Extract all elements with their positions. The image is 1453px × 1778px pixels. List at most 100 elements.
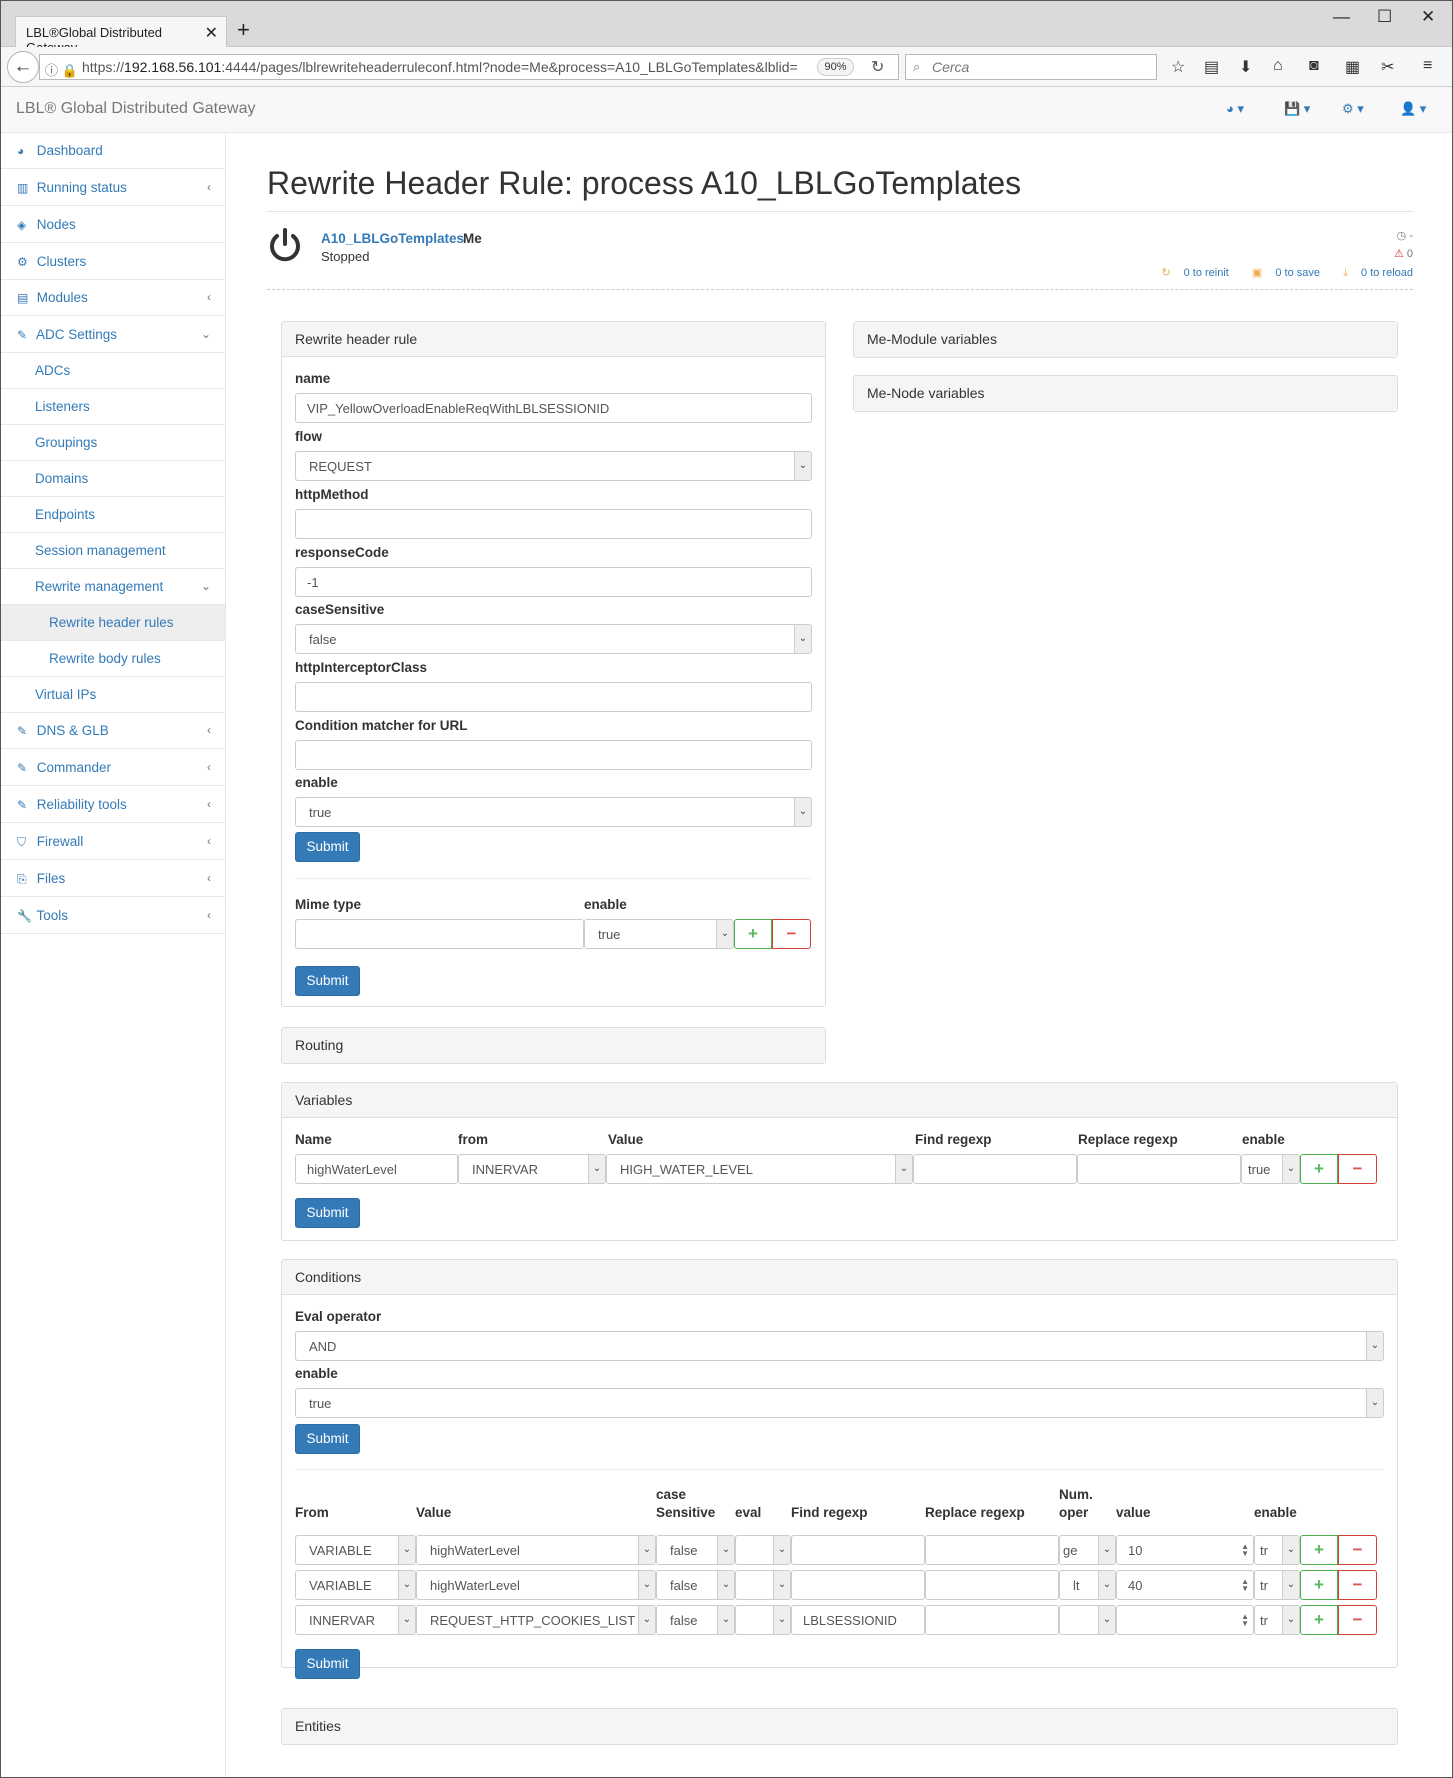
cond-eval-select[interactable]: ⌄: [735, 1570, 791, 1600]
sidebar-item-clusters[interactable]: ⚙ Clusters: [1, 244, 225, 280]
pocket-icon[interactable]: ◙: [1309, 57, 1319, 75]
sidebar-item-listeners[interactable]: Listeners: [1, 389, 225, 425]
sidebar-item-domains[interactable]: Domains: [1, 461, 225, 497]
sidebar-item-commander[interactable]: ✎ Commander ‹: [1, 750, 225, 786]
user-menu-icon[interactable]: 👤 ▾: [1400, 101, 1426, 117]
cond-from-select[interactable]: VARIABLE ⌄: [295, 1535, 416, 1565]
sidebar-item-dashboard[interactable]: ◕ Dashboard: [1, 133, 225, 169]
flow-select[interactable]: REQUEST ⌄: [295, 451, 812, 481]
reinit-link[interactable]: ↻ 0 to reinit: [1151, 267, 1229, 279]
cond-value-select[interactable]: highWaterLevel ⌄: [416, 1570, 656, 1600]
sidebar-item-running-status[interactable]: ▥ Running status ‹: [1, 170, 225, 206]
cond-enable-row-select[interactable]: tr ⌄: [1254, 1570, 1300, 1600]
var-name-input[interactable]: highWaterLevel: [295, 1154, 458, 1184]
process-link[interactable]: A10_LBLGoTemplates: [321, 231, 464, 246]
cond-val-input[interactable]: ▲ ▼: [1116, 1605, 1254, 1635]
panel-heading[interactable]: Me-Node variables: [854, 376, 1397, 411]
module-variables-panel[interactable]: Me-Module variables: [853, 321, 1398, 358]
remove-condition-button[interactable]: −: [1338, 1570, 1377, 1600]
add-variable-button[interactable]: +: [1300, 1154, 1338, 1184]
search-input[interactable]: Cerca: [905, 54, 1157, 80]
zoom-indicator[interactable]: 90%: [817, 58, 854, 76]
dashboard-menu-icon[interactable]: ◕ ▾: [1226, 101, 1244, 117]
add-mime-button[interactable]: +: [734, 919, 772, 949]
name-input[interactable]: VIP_YellowOverloadEnableReqWithLBLSESSIO…: [295, 393, 812, 423]
hamburger-menu-icon[interactable]: ≡: [1423, 57, 1432, 75]
cond-replace-input[interactable]: [925, 1605, 1059, 1635]
urlmatcher-input[interactable]: [295, 740, 812, 770]
panel-heading[interactable]: Me-Module variables: [854, 322, 1397, 357]
add-condition-button[interactable]: +: [1300, 1570, 1338, 1600]
maximize-icon[interactable]: ☐: [1377, 7, 1392, 27]
cond-value-select[interactable]: highWaterLevel ⌄: [416, 1535, 656, 1565]
sidebar-item-groupings[interactable]: Groupings: [1, 425, 225, 461]
cond-value-select[interactable]: REQUEST_HTTP_COOKIES_LIST ⌄: [416, 1605, 656, 1635]
var-value-select[interactable]: HIGH_WATER_LEVEL ⌄: [606, 1154, 913, 1184]
submit-variables-button[interactable]: Submit: [295, 1198, 360, 1228]
minimize-icon[interactable]: —: [1333, 7, 1350, 27]
close-tab-icon[interactable]: ✕: [205, 23, 218, 43]
remove-condition-button[interactable]: −: [1338, 1605, 1377, 1635]
settings-menu-icon[interactable]: ⚙ ▾: [1342, 101, 1364, 117]
spinner-icon[interactable]: ▲ ▼: [1241, 1543, 1249, 1558]
cond-oper-select[interactable]: lt ⌄: [1059, 1570, 1116, 1600]
reload-link[interactable]: ⤓ 0 to reload: [1333, 267, 1413, 279]
brand[interactable]: LBL® Global Distributed Gateway: [16, 100, 255, 118]
home-icon[interactable]: ⌂: [1273, 57, 1283, 75]
sidebar-item-firewall[interactable]: ⛉ Firewall ‹: [1, 824, 225, 860]
var-from-select[interactable]: INNERVAR ⌄: [458, 1154, 606, 1184]
panel-heading[interactable]: Rewrite header rule: [282, 322, 825, 357]
sidebar-item-nodes[interactable]: ◈ Nodes: [1, 207, 225, 243]
cond-oper-select[interactable]: ⌄: [1059, 1605, 1116, 1635]
sidebar-item-modules[interactable]: ▤ Modules ‹: [1, 280, 225, 316]
casesensitive-select[interactable]: false ⌄: [295, 624, 812, 654]
cond-enable-select[interactable]: true ⌄: [295, 1388, 1384, 1418]
entities-panel[interactable]: Entities: [281, 1708, 1398, 1745]
eval-operator-select[interactable]: AND ⌄: [295, 1331, 1384, 1361]
enable-select[interactable]: true ⌄: [295, 797, 812, 827]
remove-variable-button[interactable]: −: [1338, 1154, 1377, 1184]
httpmethod-input[interactable]: [295, 509, 812, 539]
cond-val-input[interactable]: 10 ▲ ▼: [1116, 1535, 1254, 1565]
var-find-input[interactable]: [913, 1154, 1077, 1184]
add-condition-button[interactable]: +: [1300, 1535, 1338, 1565]
reload-icon[interactable]: ↻: [871, 57, 884, 77]
cond-find-input[interactable]: [791, 1535, 925, 1565]
bookmark-star-icon[interactable]: ☆: [1171, 57, 1185, 77]
var-replace-input[interactable]: [1077, 1154, 1241, 1184]
responsecode-input[interactable]: -1: [295, 567, 812, 597]
sidebar-item-files[interactable]: ⎘ Files ‹: [1, 861, 225, 897]
extension-icon[interactable]: ▦: [1345, 57, 1360, 77]
close-window-icon[interactable]: ✕: [1421, 7, 1435, 27]
sidebar-item-rewrite-body-rules[interactable]: Rewrite body rules: [1, 641, 225, 677]
cond-replace-input[interactable]: [925, 1570, 1059, 1600]
submit-mime-button[interactable]: Submit: [295, 966, 360, 996]
cond-case-select[interactable]: false ⌄: [656, 1605, 735, 1635]
cond-val-input[interactable]: 40 ▲ ▼: [1116, 1570, 1254, 1600]
sidebar-item-session-management[interactable]: Session management: [1, 533, 225, 569]
cond-eval-select[interactable]: ⌄: [735, 1535, 791, 1565]
browser-tab[interactable]: LBL®Global Distributed Gateway ✕: [15, 16, 227, 55]
sidebar-item-rewrite-management[interactable]: Rewrite management ⌄: [1, 569, 225, 605]
site-info-icon[interactable]: ⓘ 🔒: [45, 60, 78, 79]
cond-find-input[interactable]: LBLSESSIONID: [791, 1605, 925, 1635]
panel-heading[interactable]: Routing: [282, 1028, 825, 1063]
download-icon[interactable]: ⬇: [1239, 57, 1252, 77]
cond-from-select[interactable]: INNERVAR ⌄: [295, 1605, 416, 1635]
cond-case-select[interactable]: false ⌄: [656, 1570, 735, 1600]
panel-heading[interactable]: Variables: [282, 1083, 1397, 1118]
mime-enable-select[interactable]: true ⌄: [584, 919, 734, 949]
panel-heading[interactable]: Conditions: [282, 1260, 1397, 1295]
sidebar-item-rewrite-header-rules[interactable]: Rewrite header rules: [1, 605, 225, 641]
sidebar-item-endpoints[interactable]: Endpoints: [1, 497, 225, 533]
mime-type-input[interactable]: [295, 919, 584, 949]
new-tab-icon[interactable]: +: [237, 17, 250, 43]
cond-eval-select[interactable]: ⌄: [735, 1605, 791, 1635]
interceptor-input[interactable]: [295, 682, 812, 712]
screenshot-icon[interactable]: ✂: [1381, 57, 1394, 77]
sidebar-item-adc-settings[interactable]: ✎ ADC Settings ⌄: [1, 317, 225, 353]
cond-enable-row-select[interactable]: tr ⌄: [1254, 1605, 1300, 1635]
url-bar[interactable]: https://192.168.56.101:4444/pages/lblrew…: [39, 54, 899, 80]
panel-heading[interactable]: Entities: [282, 1709, 1397, 1744]
submit-button[interactable]: Submit: [295, 832, 360, 862]
